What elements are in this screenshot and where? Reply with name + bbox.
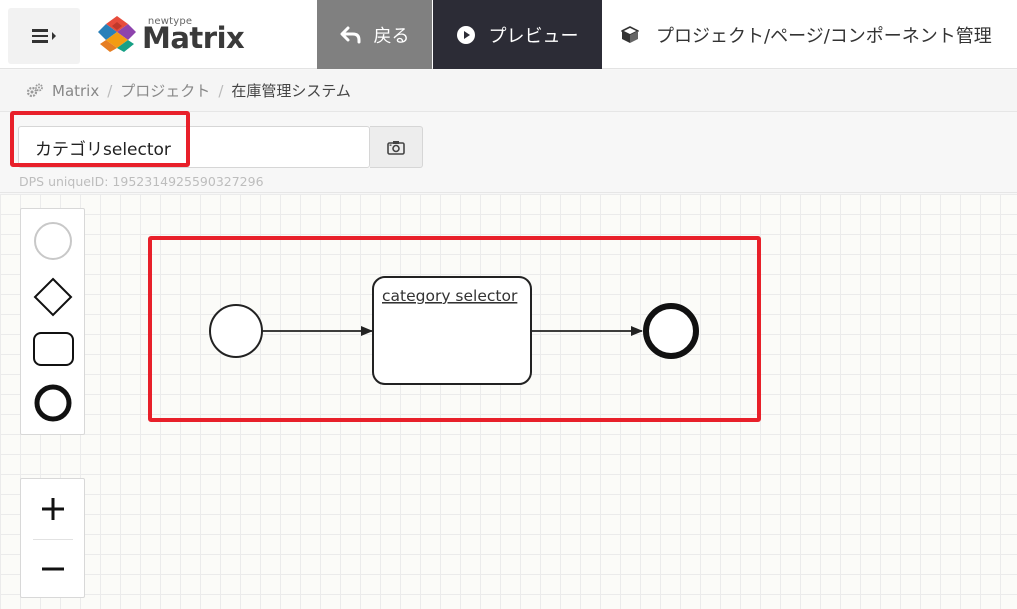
palette-start-event-icon[interactable] — [34, 222, 72, 260]
end-event[interactable] — [643, 303, 699, 359]
plus-icon — [41, 497, 64, 520]
task-label: category selector — [382, 287, 518, 305]
bpmn-diagram: category selector — [148, 236, 761, 422]
zoom-in-button[interactable] — [21, 479, 84, 538]
palette-gateway-icon[interactable] — [33, 277, 73, 317]
shape-palette — [20, 208, 85, 435]
palette-end-event-icon[interactable] — [34, 384, 72, 422]
palette-task-icon[interactable] — [33, 332, 74, 366]
minus-icon — [41, 567, 64, 570]
zoom-out-button[interactable] — [21, 539, 84, 598]
zoom-controls — [20, 478, 85, 598]
start-event[interactable] — [209, 304, 263, 358]
